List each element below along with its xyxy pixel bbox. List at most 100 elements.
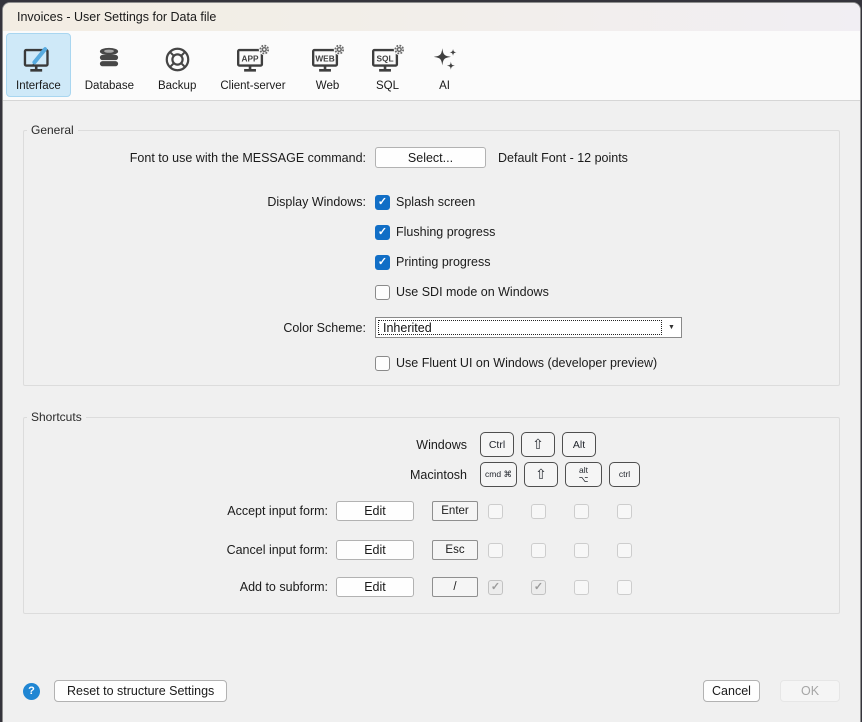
subform-modifier-checkbox <box>574 580 589 595</box>
chevron-down-icon[interactable]: ▼ <box>662 318 681 337</box>
option-key[interactable]: alt ⌥ <box>565 462 602 487</box>
reset-to-structure-button[interactable]: Reset to structure Settings <box>54 680 227 702</box>
flushing-progress-checkbox[interactable] <box>375 225 390 240</box>
accept-input-form-row: Accept input form: Edit Enter <box>24 501 839 521</box>
checkbox-label: Printing progress <box>396 255 491 269</box>
checkbox-label: Use Fluent UI on Windows (developer prev… <box>396 356 657 370</box>
cancel-key-display: Esc <box>432 540 478 560</box>
monitor-pencil-icon <box>21 38 55 80</box>
display-windows-row: Display Windows: Splash screen Flushing … <box>24 192 839 302</box>
toolbar-tab-label: Web <box>316 80 339 92</box>
cancel-modifier-checkbox <box>617 543 632 558</box>
flushing-progress-option: Flushing progress <box>375 222 549 242</box>
windows-platform-label: Windows <box>24 438 467 452</box>
cancel-input-form-row: Cancel input form: Edit Esc <box>24 540 839 560</box>
checkbox-label: Use SDI mode on Windows <box>396 285 549 299</box>
general-groupbox: General Font to use with the MESSAGE com… <box>23 123 840 386</box>
cmd-key[interactable]: cmd ⌘ <box>480 462 517 487</box>
toolbar-tab-database[interactable]: Database <box>75 33 144 97</box>
subform-edit-button[interactable]: Edit <box>336 577 414 597</box>
cancel-modifier-checkbox <box>574 543 589 558</box>
accept-input-form-label: Accept input form: <box>24 504 328 518</box>
sparkles-icon <box>430 38 460 80</box>
add-to-subform-label: Add to subform: <box>24 580 328 594</box>
toolbar-tab-label: AI <box>439 80 450 92</box>
splash-screen-option: Splash screen <box>375 192 549 212</box>
toolbar-tab-sql[interactable]: SQL SQL <box>360 33 416 97</box>
toolbar-tab-label: Interface <box>16 80 61 92</box>
ctrl-key[interactable]: Ctrl <box>480 432 514 457</box>
display-windows-label: Display Windows: <box>24 192 366 209</box>
dialog-footer: ? Reset to structure Settings Cancel OK <box>23 680 840 702</box>
toolbar-tab-label: Client-server <box>220 80 285 92</box>
toolbar-tab-backup[interactable]: Backup <box>148 33 206 97</box>
splash-screen-checkbox[interactable] <box>375 195 390 210</box>
monitor-gear-app-icon: APP <box>235 38 271 80</box>
checkbox-label: Flushing progress <box>396 225 495 239</box>
cancel-input-form-label: Cancel input form: <box>24 543 328 557</box>
settings-content: General Font to use with the MESSAGE com… <box>3 101 860 722</box>
macintosh-platform-label: Macintosh <box>24 468 467 482</box>
mac-ctrl-key[interactable]: ctrl <box>609 462 640 487</box>
user-settings-dialog: Invoices - User Settings for Data file I… <box>2 2 861 722</box>
window-title: Invoices - User Settings for Data file <box>17 10 216 24</box>
svg-text:APP: APP <box>241 53 259 63</box>
printing-progress-option: Printing progress <box>375 252 549 272</box>
color-scheme-row: Color Scheme: Inherited ▼ <box>24 317 839 338</box>
help-icon[interactable]: ? <box>23 683 40 700</box>
cancel-modifier-checkbox <box>488 543 503 558</box>
color-scheme-combobox[interactable]: Inherited ▼ <box>375 317 682 338</box>
subform-modifier-checkbox <box>531 580 546 595</box>
shift-key[interactable]: ⇧ <box>521 432 555 457</box>
general-legend: General <box>27 123 78 137</box>
fluent-ui-checkbox[interactable] <box>375 356 390 371</box>
svg-text:WEB: WEB <box>315 53 334 63</box>
settings-toolbar: Interface Database Backup <box>3 31 860 101</box>
database-cylinder-icon <box>94 38 124 80</box>
subform-modifier-checkbox <box>617 580 632 595</box>
svg-text:SQL: SQL <box>376 53 393 63</box>
toolbar-tab-ai[interactable]: AI <box>420 33 470 97</box>
accept-key-display: Enter <box>432 501 478 521</box>
fluent-ui-row: Use Fluent UI on Windows (developer prev… <box>24 353 839 373</box>
subform-key-display: / <box>432 577 478 597</box>
font-select-button[interactable]: Select... <box>375 147 486 168</box>
printing-progress-checkbox[interactable] <box>375 255 390 270</box>
font-current-value: Default Font - 12 points <box>498 151 628 165</box>
sdi-mode-option: Use SDI mode on Windows <box>375 282 549 302</box>
shortcuts-legend: Shortcuts <box>27 410 86 424</box>
toolbar-tab-web[interactable]: WEB Web <box>300 33 356 97</box>
toolbar-tab-label: SQL <box>376 80 399 92</box>
message-font-label: Font to use with the MESSAGE command: <box>24 151 366 165</box>
cancel-edit-button[interactable]: Edit <box>336 540 414 560</box>
color-scheme-label: Color Scheme: <box>24 321 366 335</box>
monitor-gear-sql-icon: SQL <box>370 38 406 80</box>
ok-button: OK <box>780 680 840 702</box>
add-to-subform-row: Add to subform: Edit / <box>24 577 839 597</box>
sdi-mode-checkbox[interactable] <box>375 285 390 300</box>
macintosh-keys-row: Macintosh cmd ⌘ ⇧ alt ⌥ ctrl <box>24 462 839 487</box>
cancel-button[interactable]: Cancel <box>703 680 760 702</box>
fluent-ui-option: Use Fluent UI on Windows (developer prev… <box>375 353 657 373</box>
toolbar-tab-label: Database <box>85 80 134 92</box>
toolbar-tab-interface[interactable]: Interface <box>6 33 71 97</box>
accept-modifier-checkbox <box>617 504 632 519</box>
title-bar[interactable]: Invoices - User Settings for Data file <box>3 3 860 31</box>
shortcuts-groupbox: Shortcuts Windows Ctrl ⇧ Alt Macintosh c… <box>23 410 840 614</box>
accept-edit-button[interactable]: Edit <box>336 501 414 521</box>
toolbar-tab-label: Backup <box>158 80 196 92</box>
color-scheme-value: Inherited <box>378 320 662 335</box>
message-font-row: Font to use with the MESSAGE command: Se… <box>24 147 839 168</box>
checkbox-label: Splash screen <box>396 195 475 209</box>
accept-modifier-checkbox <box>488 504 503 519</box>
alt-key[interactable]: Alt <box>562 432 596 457</box>
accept-modifier-checkbox <box>531 504 546 519</box>
toolbar-tab-client-server[interactable]: APP Client-server <box>210 33 295 97</box>
accept-modifier-checkbox <box>574 504 589 519</box>
subform-modifier-checkbox <box>488 580 503 595</box>
cancel-modifier-checkbox <box>531 543 546 558</box>
shift-key[interactable]: ⇧ <box>524 462 558 487</box>
lifebuoy-icon <box>162 38 193 80</box>
monitor-gear-web-icon: WEB <box>310 38 346 80</box>
windows-keys-row: Windows Ctrl ⇧ Alt <box>24 432 839 457</box>
